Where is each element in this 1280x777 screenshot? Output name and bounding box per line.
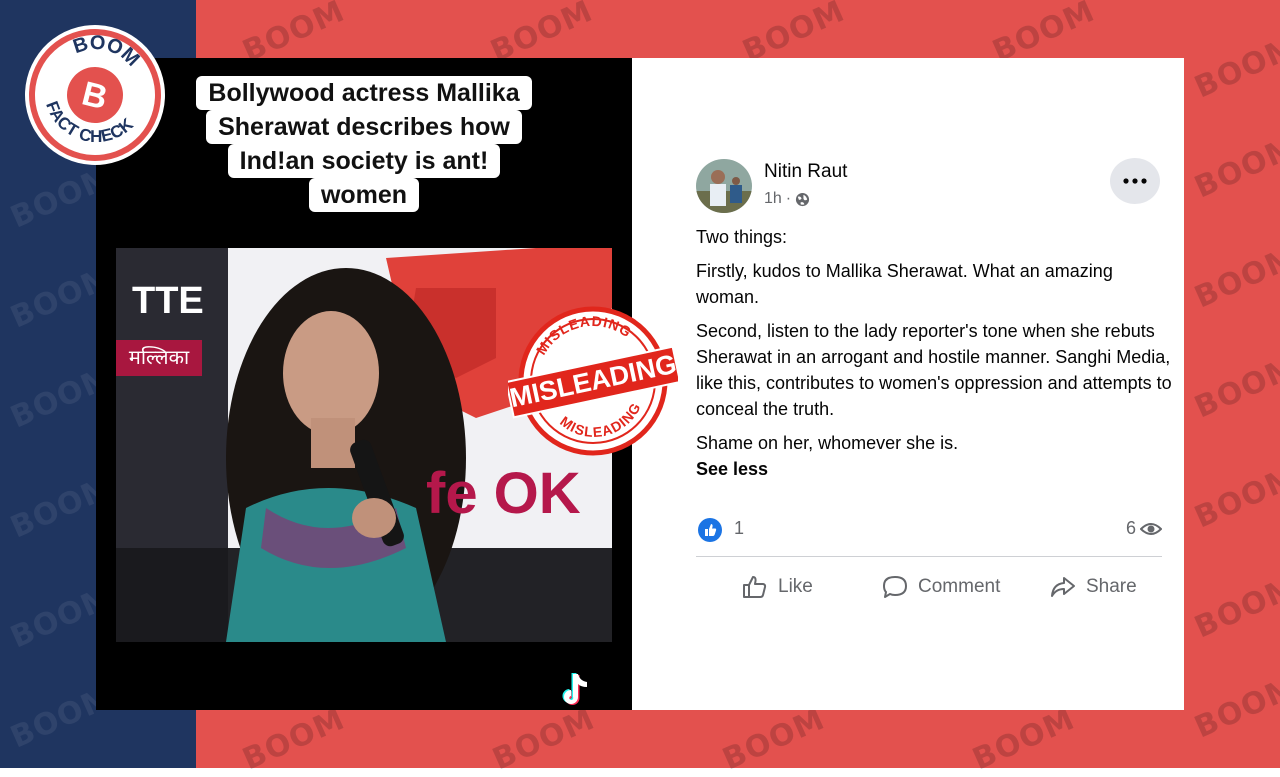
caption-line: Sherawat describes how [206,110,522,144]
tiktok-icon [562,673,587,705]
boom-fact-check-logo: BOOM FACT CHECK B [22,22,168,168]
avatar[interactable] [696,159,752,213]
share-button[interactable]: Share [1050,568,1137,606]
meta-separator: · [785,190,792,207]
see-less-link[interactable]: See less [696,456,1176,482]
divider [696,556,1162,557]
banner-hindi-text: मल्लिका [116,340,202,376]
thumbs-up-icon [743,576,767,598]
banner-left-text: TTE [132,280,204,322]
caption-line: Bollywood actress Mallika [196,76,532,110]
caption-line: women [308,178,420,212]
like-reaction-icon[interactable] [698,518,722,542]
more-options-button[interactable] [1110,158,1160,204]
view-count-value: 6 [1125,518,1136,538]
like-label: Like [778,576,813,597]
post-author[interactable]: Nitin Raut [764,161,847,183]
stamp-graphic: MISLEADING MISLEADING MISLEADING [505,303,682,456]
post-paragraph: Shame on her, whomever she is. [696,433,959,453]
misleading-stamp: MISLEADING MISLEADING MISLEADING [505,303,682,456]
boom-logo-graphic: BOOM FACT CHECK B [25,24,165,165]
view-count: 6 [1126,518,1162,539]
banner-brand-text: fe OK [426,461,581,526]
post-actions: Like Comment Share [696,568,1162,606]
reaction-bar: 1 6 [696,516,1162,544]
share-label: Share [1086,576,1137,597]
caption-line: Ind!an society is ant! [227,144,501,178]
post-paragraph: Two things: [696,227,788,247]
post-body: Two things: Firstly, kudos to Mallika Sh… [696,224,1176,482]
share-icon [1051,577,1075,597]
like-button[interactable]: Like [742,568,813,606]
post-paragraph: Second, listen to the lady reporter's to… [696,321,1172,419]
ellipsis-icon [1123,178,1147,184]
video-caption: Bollywood actress Mallika Sherawat descr… [96,76,632,212]
comment-icon [883,576,907,598]
facebook-post-card: Nitin Raut 1h · Two things: Firstly, kud… [632,58,1184,710]
post-time[interactable]: 1h [764,190,782,208]
eye-icon [1140,522,1162,535]
reaction-count[interactable]: 1 [734,518,744,539]
post-paragraph: Firstly, kudos to Mallika Sherawat. What… [696,261,1113,307]
post-meta: 1h · [764,190,810,208]
comment-label: Comment [918,576,1001,597]
comment-button[interactable]: Comment [882,568,1000,606]
globe-icon [796,192,810,206]
